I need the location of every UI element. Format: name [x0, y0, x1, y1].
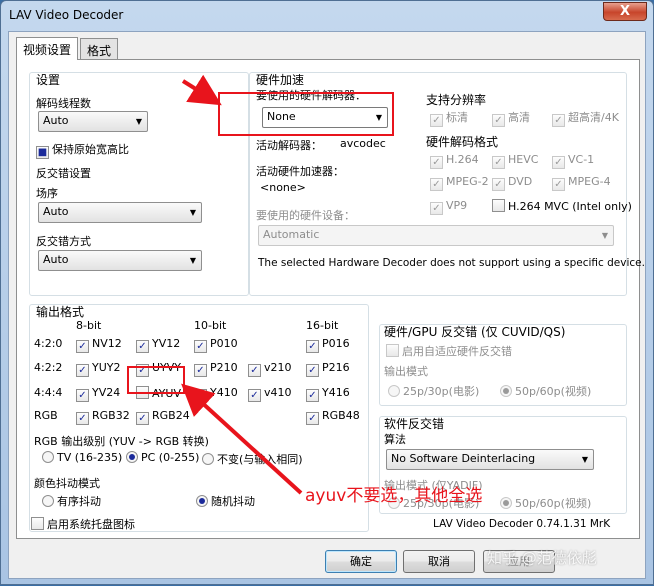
tab-video-settings[interactable]: 视频设置 [16, 37, 79, 60]
annotation-text: ayuv不要选，其他全选 [305, 486, 483, 506]
arrow-to-decoder-icon [181, 74, 222, 106]
dialog-window: LAV Video Decoder X 视频设置 格式 设置 解码线程数 Aut… [0, 0, 654, 585]
watermark-text: 知乎 @范德依彪 [487, 549, 597, 567]
arrow-to-ayuv-icon [181, 383, 303, 495]
